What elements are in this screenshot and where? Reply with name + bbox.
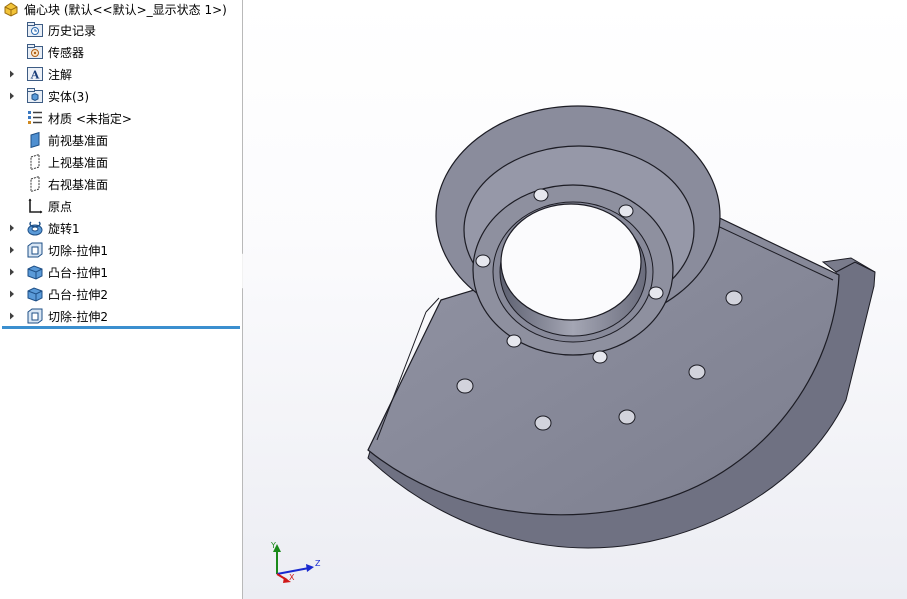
tree-root-part[interactable]: 偏心块 (默认<<默认>_显示状态 1>) <box>0 0 227 18</box>
tree-item-front-plane[interactable]: 前视基准面 <box>0 130 108 150</box>
tree-item-annotations[interactable]: A 注解 <box>0 64 72 84</box>
tree-item-label: 切除-拉伸2 <box>48 309 108 324</box>
tree-item-top-plane[interactable]: 上视基准面 <box>0 152 108 172</box>
expand-arrow-icon[interactable] <box>8 268 16 276</box>
tree-item-history[interactable]: 历史记录 <box>0 20 96 40</box>
tree-item-label: 前视基准面 <box>48 133 109 148</box>
feature-manager-tree[interactable]: 偏心块 (默认<<默认>_显示状态 1>) 历史记录 传感器 A 注解 实体(3… <box>0 0 243 599</box>
expand-arrow-icon[interactable] <box>8 312 16 320</box>
tree-item-sensors[interactable]: 传感器 <box>0 42 84 62</box>
svg-text:A: A <box>30 69 40 82</box>
tree-item-label: 材质 <未指定> <box>48 111 132 126</box>
expand-arrow-icon[interactable] <box>8 246 16 254</box>
tree-item-label: 切除-拉伸1 <box>48 243 108 258</box>
boss-extrude-feature-icon <box>26 263 44 281</box>
tree-item-solid-bodies[interactable]: 实体(3) <box>0 86 89 106</box>
sensor-folder-icon <box>26 43 44 61</box>
tree-item-label: 传感器 <box>48 45 85 60</box>
expand-arrow-icon[interactable] <box>8 224 16 232</box>
tree-item-label: 凸台-拉伸2 <box>48 287 108 302</box>
tree-item-label: 上视基准面 <box>48 155 109 170</box>
tree-item-revolve1[interactable]: 旋转1 <box>0 218 80 238</box>
plane-icon <box>26 131 44 149</box>
history-folder-icon <box>26 21 44 39</box>
plane-icon <box>26 153 44 171</box>
tree-item-cut-extrude2[interactable]: 切除-拉伸2 <box>0 306 108 326</box>
tree-item-label: 注解 <box>48 67 73 82</box>
tree-item-boss-extrude1[interactable]: 凸台-拉伸1 <box>0 262 108 282</box>
triad-z-label: Z <box>315 559 321 568</box>
tree-item-label: 旋转1 <box>48 221 80 236</box>
orientation-triad: Y Z X <box>270 541 321 583</box>
cut-extrude-feature-icon <box>26 307 44 325</box>
cut-extrude-feature-icon <box>26 241 44 259</box>
expand-arrow-icon[interactable] <box>8 70 16 78</box>
expand-arrow-icon[interactable] <box>8 290 16 298</box>
tree-item-boss-extrude2[interactable]: 凸台-拉伸2 <box>0 284 108 304</box>
tree-item-right-plane[interactable]: 右视基准面 <box>0 174 108 194</box>
triad-y-label: Y <box>270 541 276 550</box>
tree-item-label: 实体(3) <box>48 89 89 104</box>
rollback-bar[interactable] <box>2 326 240 329</box>
boss-extrude-feature-icon <box>26 285 44 303</box>
hub-bore-opening <box>500 203 642 321</box>
tree-item-material[interactable]: 材质 <未指定> <box>0 108 132 128</box>
tree-item-label: 历史记录 <box>48 23 97 38</box>
annotation-folder-icon: A <box>26 65 44 83</box>
tree-item-label: 凸台-拉伸1 <box>48 265 108 280</box>
triad-x-label: X <box>289 573 295 582</box>
graphics-viewport[interactable]: Y Z X <box>243 0 907 599</box>
revolve-feature-icon <box>26 219 44 237</box>
plane-icon <box>26 175 44 193</box>
origin-icon <box>26 197 44 215</box>
material-icon <box>26 109 44 127</box>
part-icon <box>2 1 20 17</box>
expand-arrow-icon[interactable] <box>8 92 16 100</box>
tree-root-label: 偏心块 (默认<<默认>_显示状态 1>) <box>24 2 227 17</box>
tree-item-origin[interactable]: 原点 <box>0 196 72 216</box>
solid-bodies-folder-icon <box>26 87 44 105</box>
tree-item-cut-extrude1[interactable]: 切除-拉伸1 <box>0 240 108 260</box>
part-model[interactable] <box>243 0 907 599</box>
tree-item-label: 原点 <box>48 199 73 214</box>
tree-item-label: 右视基准面 <box>48 177 109 192</box>
